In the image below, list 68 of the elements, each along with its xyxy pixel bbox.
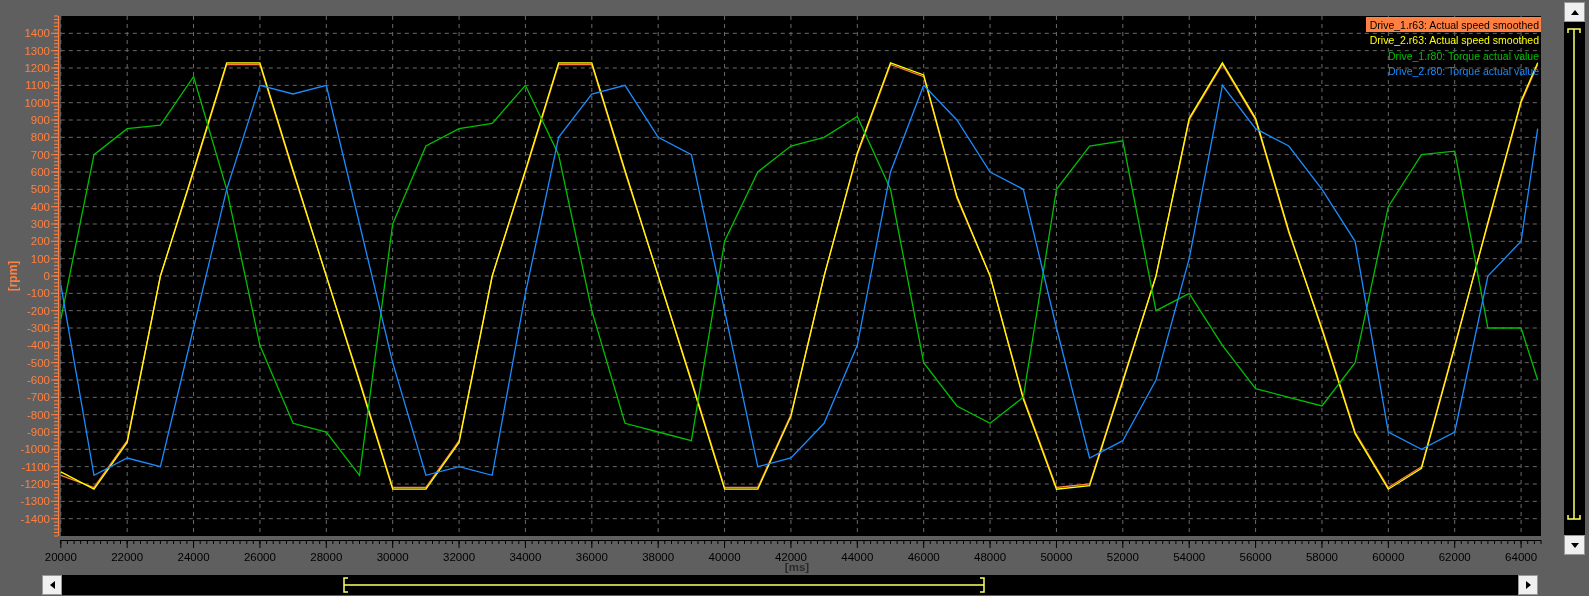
y-tick-label: 0: [43, 270, 50, 282]
y-tick-label: -400: [26, 339, 50, 352]
y-tick-label: 100: [30, 252, 50, 265]
x-tick-label: 34000: [509, 551, 542, 563]
x-tick-label: 50000: [1040, 551, 1073, 563]
x-tick-label: 28000: [310, 551, 343, 563]
y-tick-label: -1100: [21, 460, 50, 473]
scroll-down-button[interactable]: [1564, 535, 1585, 555]
x-tick-label: 30000: [376, 551, 409, 563]
x-tick-label: 54000: [1173, 551, 1206, 563]
y-tick-label: 500: [30, 183, 50, 196]
legend-item[interactable]: Drive_1.r80: Torque actual value: [1388, 49, 1539, 62]
horizontal-scrollbar[interactable]: [42, 575, 1538, 595]
y-tick-label: -1000: [20, 443, 50, 456]
x-tick-label: 52000: [1106, 551, 1139, 563]
y-tick-label: -1300: [20, 495, 50, 508]
y-tick-label: 1000: [24, 96, 50, 109]
x-tick-label: 38000: [642, 551, 675, 563]
x-tick-label: 40000: [708, 551, 741, 563]
y-tick-label: -300: [26, 322, 50, 334]
range-bracket[interactable]: [1567, 28, 1581, 520]
up-arrow-icon: [1570, 9, 1579, 15]
y-tick-label: 900: [30, 114, 50, 126]
y-tick-label: 1400: [24, 27, 50, 40]
x-tick-label: 36000: [575, 551, 608, 563]
y-tick-label: 600: [30, 166, 50, 178]
x-tick-label: 58000: [1305, 551, 1338, 563]
x-tick-label: 22000: [111, 551, 144, 563]
x-tick-label: 42000: [774, 551, 807, 563]
x-tick-label: 20000: [44, 551, 77, 563]
y-tick-label: 1300: [24, 44, 50, 57]
legend-item[interactable]: Drive_1.r63: Actual speed smoothed: [1369, 18, 1539, 31]
x-tick-label: 56000: [1239, 551, 1272, 563]
x-tick-label: 48000: [974, 551, 1007, 563]
y-tick-label: -1200: [20, 478, 50, 490]
x-tick-label: 44000: [841, 551, 874, 563]
y-tick-label: -800: [26, 408, 50, 421]
y-tick-label: -600: [26, 374, 50, 386]
y-tick-label: 700: [30, 148, 50, 161]
y-tick-label: -200: [26, 304, 50, 317]
x-tick-label: 26000: [243, 551, 276, 563]
right-arrow-icon: [1525, 581, 1531, 589]
y-tick-label: 1200: [24, 62, 50, 74]
scroll-right-button[interactable]: [1518, 575, 1538, 595]
x-tick-label: 62000: [1438, 551, 1471, 563]
y-tick-label: -1400: [20, 512, 50, 525]
y-tick-label: -700: [26, 391, 50, 404]
y-tick-label: -100: [26, 287, 50, 300]
x-tick-label: 24000: [177, 551, 210, 563]
down-arrow-icon: [1570, 542, 1579, 548]
y-tick-label: -900: [26, 426, 50, 438]
y-tick-label: 1100: [25, 79, 50, 92]
y-tick-label: -500: [26, 356, 50, 369]
vertical-scrollbar[interactable]: [1564, 2, 1585, 555]
y-tick-label: 200: [30, 235, 50, 248]
y-tick-label: 400: [30, 200, 50, 213]
scroll-left-button[interactable]: [42, 575, 62, 595]
y-axis-title: [rpm]: [6, 260, 20, 292]
left-arrow-icon: [49, 581, 55, 589]
y-tick-label: 300: [30, 218, 50, 230]
x-tick-label: 64000: [1505, 551, 1538, 563]
x-tick-label: 60000: [1372, 551, 1405, 563]
range-bracket[interactable]: [343, 577, 985, 593]
x-tick-label: 32000: [443, 551, 476, 563]
y-tick-label: 800: [30, 131, 50, 144]
legend-item[interactable]: Drive_2.r63: Actual speed smoothed: [1369, 34, 1539, 46]
scroll-up-button[interactable]: [1564, 2, 1585, 22]
x-tick-label: 46000: [907, 551, 940, 563]
